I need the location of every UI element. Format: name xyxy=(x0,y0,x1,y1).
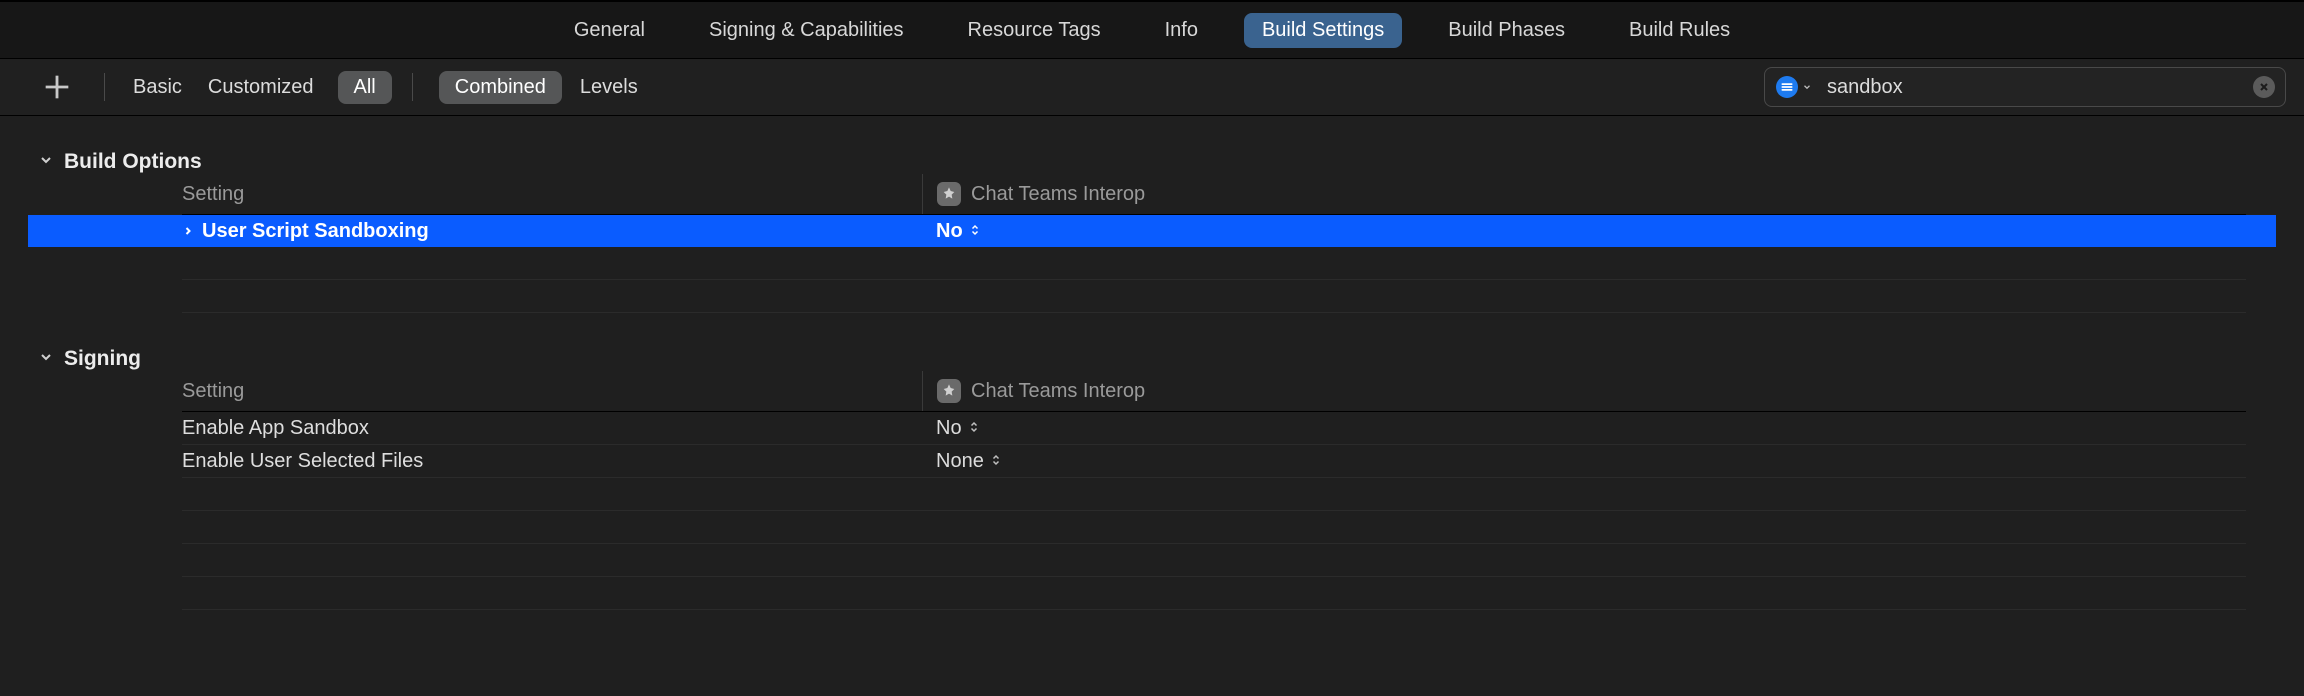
setting-value-text: No xyxy=(936,220,963,243)
section-title: Signing xyxy=(64,347,141,371)
chevron-down-icon xyxy=(38,347,54,371)
editor-pane: General Signing & Capabilities Resource … xyxy=(0,0,2304,696)
clear-search-button[interactable] xyxy=(2253,76,2275,98)
filter-levels[interactable]: Levels xyxy=(572,72,646,103)
target-name: Chat Teams Interop xyxy=(971,380,1145,403)
updown-icon xyxy=(969,220,981,243)
setting-value[interactable]: None xyxy=(922,450,2246,473)
section-build-options: Build Options Setting Chat Teams Interop… xyxy=(28,150,2276,313)
setting-row-user-script-sandboxing[interactable]: User Script Sandboxing No xyxy=(28,215,2276,247)
setting-label: Enable User Selected Files xyxy=(182,450,423,473)
add-build-setting-button[interactable] xyxy=(40,70,74,104)
filter-combined[interactable]: Combined xyxy=(439,71,562,104)
column-setting-label: Setting xyxy=(182,183,922,206)
section-header[interactable]: Signing xyxy=(28,347,2276,371)
setting-value[interactable]: No xyxy=(922,220,2246,243)
app-icon xyxy=(937,379,961,403)
column-target[interactable]: Chat Teams Interop xyxy=(922,174,2246,214)
tab-info[interactable]: Info xyxy=(1147,13,1216,48)
table-row xyxy=(182,280,2246,313)
column-header: Setting Chat Teams Interop xyxy=(182,174,2246,215)
updown-icon xyxy=(968,417,980,440)
table-row xyxy=(182,511,2246,544)
table-row xyxy=(182,247,2246,280)
tab-build-phases[interactable]: Build Phases xyxy=(1430,13,1583,48)
separator xyxy=(412,73,413,101)
tab-signing-capabilities[interactable]: Signing & Capabilities xyxy=(691,13,922,48)
table-row xyxy=(182,544,2246,577)
setting-label: User Script Sandboxing xyxy=(202,220,429,243)
setting-value-text: None xyxy=(936,450,984,473)
target-tab-bar: General Signing & Capabilities Resource … xyxy=(0,0,2304,59)
tab-build-rules[interactable]: Build Rules xyxy=(1611,13,1748,48)
separator xyxy=(104,73,105,101)
tab-build-settings[interactable]: Build Settings xyxy=(1244,13,1402,48)
section-signing: Signing Setting Chat Teams Interop Enabl… xyxy=(28,347,2276,610)
filter-basic[interactable]: Basic xyxy=(125,72,190,103)
setting-value-text: No xyxy=(936,417,962,440)
setting-label: Enable App Sandbox xyxy=(182,417,369,440)
tab-general[interactable]: General xyxy=(556,13,663,48)
filter-all[interactable]: All xyxy=(338,71,392,104)
target-name: Chat Teams Interop xyxy=(971,183,1145,206)
chevron-down-icon xyxy=(38,150,54,174)
setting-row-enable-app-sandbox[interactable]: Enable App Sandbox No xyxy=(182,412,2246,445)
tab-resource-tags[interactable]: Resource Tags xyxy=(950,13,1119,48)
setting-row-enable-user-selected-files[interactable]: Enable User Selected Files None xyxy=(182,445,2246,478)
search-scope-button[interactable] xyxy=(1775,74,1813,100)
settings-content[interactable]: Build Options Setting Chat Teams Interop… xyxy=(0,116,2304,696)
column-header: Setting Chat Teams Interop xyxy=(182,371,2246,412)
table-row xyxy=(182,478,2246,511)
scope-icon xyxy=(1776,76,1798,98)
search-field[interactable] xyxy=(1764,67,2286,107)
filter-bar: Basic Customized All Combined Levels xyxy=(0,59,2304,116)
table-row xyxy=(182,577,2246,610)
section-header[interactable]: Build Options xyxy=(28,150,2276,174)
filter-customized[interactable]: Customized xyxy=(200,72,322,103)
setting-value[interactable]: No xyxy=(922,417,2246,440)
column-target[interactable]: Chat Teams Interop xyxy=(922,371,2246,411)
column-setting-label: Setting xyxy=(182,380,922,403)
search-input[interactable] xyxy=(1825,75,2241,100)
updown-icon xyxy=(990,450,1002,473)
app-icon xyxy=(937,182,961,206)
chevron-down-icon xyxy=(1802,76,1812,98)
section-title: Build Options xyxy=(64,150,202,174)
chevron-right-icon[interactable] xyxy=(182,220,194,243)
